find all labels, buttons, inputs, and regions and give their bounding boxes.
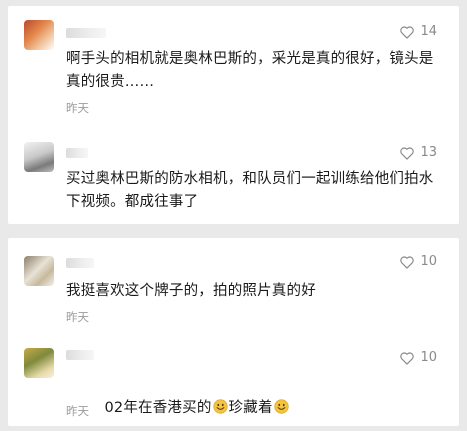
username-blurred[interactable] bbox=[66, 28, 106, 38]
smiling-face-emoji-icon bbox=[212, 399, 228, 414]
like-button[interactable]: 13 bbox=[400, 145, 437, 161]
avatar[interactable] bbox=[24, 256, 54, 286]
username-blurred[interactable] bbox=[66, 148, 88, 158]
comment-item: 13 买过奥林巴斯的防水相机，和队员们一起训练给他们拍水下视频。都成往事了 bbox=[8, 124, 459, 224]
comment-card: 14 啊手头的相机就是奥林巴斯的，采光是真的很好，镜头是真的很贵…… 昨天 13… bbox=[8, 6, 459, 224]
comment-text-part: 珍藏着 bbox=[228, 400, 273, 416]
comment-item: 10 02年在香港买的 珍藏着 昨天 bbox=[8, 336, 459, 426]
comment-text-part: 02年在香港买的 bbox=[104, 400, 212, 416]
like-count: 10 bbox=[420, 254, 437, 269]
comment-text: 我挺喜欢这个牌子的，拍的照片真的好 bbox=[66, 283, 316, 299]
comment-item: 14 啊手头的相机就是奥林巴斯的，采光是真的很好，镜头是真的很贵…… 昨天 bbox=[8, 6, 459, 116]
username-blurred[interactable] bbox=[66, 258, 94, 268]
avatar[interactable] bbox=[24, 348, 54, 378]
avatar[interactable] bbox=[24, 20, 54, 50]
comment-item: 10 我挺喜欢这个牌子的，拍的照片真的好 昨天 bbox=[8, 238, 459, 330]
heart-outline-icon bbox=[400, 25, 415, 39]
comments-page: 14 啊手头的相机就是奥林巴斯的，采光是真的很好，镜头是真的很贵…… 昨天 13… bbox=[0, 0, 467, 431]
comment-card: 10 我挺喜欢这个牌子的，拍的照片真的好 昨天 10 02年在香港买的 珍藏着 … bbox=[8, 238, 459, 426]
like-count: 13 bbox=[420, 145, 437, 160]
comment-time: 昨天 bbox=[66, 101, 89, 115]
avatar[interactable] bbox=[24, 142, 54, 172]
like-button[interactable]: 10 bbox=[400, 350, 437, 366]
comment-time: 昨天 bbox=[66, 310, 89, 324]
comment-time: 昨天 bbox=[66, 404, 89, 418]
like-button[interactable]: 14 bbox=[400, 24, 437, 40]
heart-outline-icon bbox=[400, 255, 415, 269]
comment-text: 买过奥林巴斯的防水相机，和队员们一起训练给他们拍水下视频。都成往事了 bbox=[66, 171, 434, 210]
like-button[interactable]: 10 bbox=[400, 254, 437, 270]
username-blurred[interactable] bbox=[66, 350, 94, 360]
comment-text: 02年在香港买的 珍藏着 bbox=[66, 374, 438, 431]
comment-text: 啊手头的相机就是奥林巴斯的，采光是真的很好，镜头是真的很贵…… bbox=[66, 51, 434, 90]
smiling-face-emoji-icon bbox=[274, 399, 289, 414]
like-count: 14 bbox=[420, 24, 437, 39]
heart-outline-icon bbox=[400, 146, 415, 160]
heart-outline-icon bbox=[400, 351, 415, 365]
like-count: 10 bbox=[420, 350, 437, 365]
